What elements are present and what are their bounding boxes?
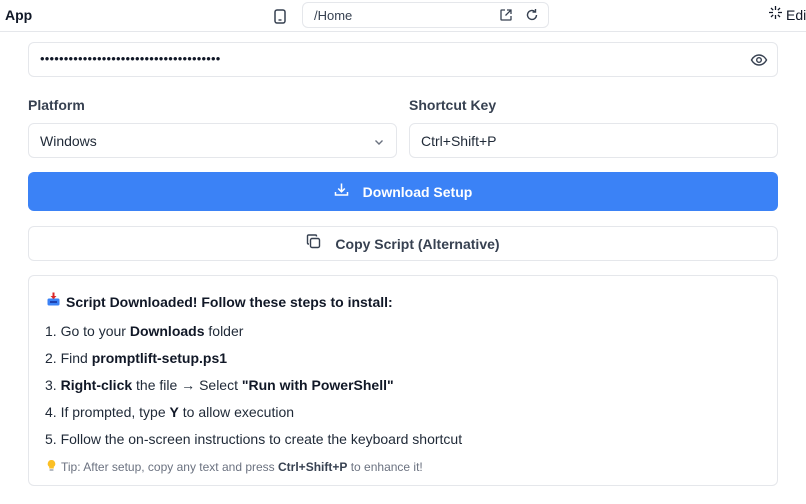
chevron-down-icon: [373, 135, 385, 147]
download-setup-label: Download Setup: [362, 183, 473, 200]
app-title: App: [5, 7, 33, 23]
url-bar[interactable]: /Home: [302, 2, 549, 28]
steps-title-text: Script Downloaded! Follow these steps to…: [66, 294, 393, 310]
sparkle-edit-icon: [768, 5, 783, 25]
copy-script-label: Copy Script (Alternative): [335, 235, 500, 252]
lightbulb-icon: [46, 459, 57, 475]
shortcut-key-label: Shortcut Key: [409, 97, 497, 113]
download-setup-button[interactable]: Download Setup: [28, 172, 778, 211]
top-bar: App /Home Edi: [0, 0, 806, 32]
platform-label: Platform: [28, 97, 85, 113]
copy-script-button[interactable]: Copy Script (Alternative): [28, 226, 778, 261]
device-icon[interactable]: [271, 7, 289, 25]
platform-select-value: Windows: [40, 133, 97, 149]
url-text[interactable]: /Home: [314, 8, 352, 23]
edit-button[interactable]: Edi: [768, 6, 806, 24]
copy-icon: [306, 233, 321, 254]
edit-label: Edi: [786, 7, 806, 23]
tip-text: Tip: After setup, copy any text and pres…: [46, 459, 423, 475]
password-field[interactable]: ••••••••••••••••••••••••••••••••••••••: [28, 42, 778, 77]
step-1: 1. Go to your Downloads folder: [45, 323, 244, 339]
shortcut-key-value[interactable]: Ctrl+Shift+P: [421, 133, 496, 149]
password-value[interactable]: ••••••••••••••••••••••••••••••••••••••: [40, 51, 221, 66]
step-2: 2. Find promptlift-setup.ps1: [45, 350, 228, 366]
shortcut-key-input[interactable]: Ctrl+Shift+P: [409, 123, 778, 158]
platform-select[interactable]: Windows: [28, 123, 397, 158]
step-4: 4. If prompted, type Y to allow executio…: [45, 404, 295, 420]
open-external-icon[interactable]: [499, 8, 513, 22]
install-steps-panel: Script Downloaded! Follow these steps to…: [28, 275, 778, 486]
step-3: 3. Right-click the file → Select "Run wi…: [45, 377, 394, 393]
step-5: 5. Follow the on-screen instructions to …: [45, 431, 463, 447]
steps-title: Script Downloaded! Follow these steps to…: [46, 292, 393, 312]
reload-icon[interactable]: [525, 8, 539, 22]
eye-icon[interactable]: [750, 52, 768, 68]
inbox-tray-icon: [46, 292, 61, 312]
download-icon: [334, 182, 349, 202]
